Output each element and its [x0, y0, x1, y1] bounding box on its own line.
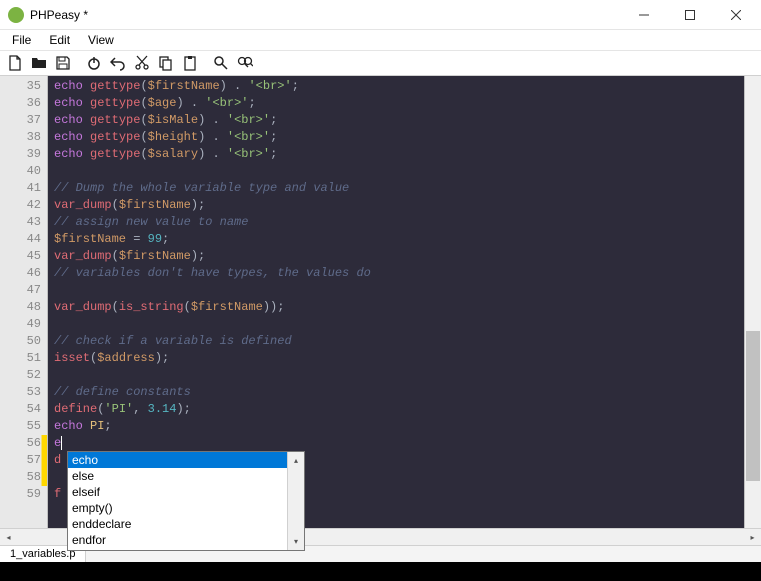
gutter-line: 42 — [0, 197, 47, 214]
gutter-line: 57 — [0, 452, 47, 469]
gutter-line: 59 — [0, 486, 47, 503]
gutter-line: 47 — [0, 282, 47, 299]
autocomplete-item[interactable]: endfor — [68, 532, 289, 548]
code-line[interactable]: define('PI', 3.14); — [48, 401, 744, 418]
autocomplete-item[interactable]: empty() — [68, 500, 289, 516]
menu-file[interactable]: File — [4, 31, 39, 49]
cut-icon[interactable] — [133, 54, 151, 72]
replace-icon[interactable] — [236, 54, 254, 72]
scroll-right-icon[interactable]: ▸ — [744, 529, 761, 546]
gutter-line: 37 — [0, 112, 47, 129]
scrollbar-thumb[interactable] — [746, 331, 760, 481]
gutter-line: 36 — [0, 95, 47, 112]
line-gutter: 3536373839404142434445464748495051525354… — [0, 76, 48, 528]
window-controls — [621, 0, 759, 30]
open-folder-icon[interactable] — [30, 54, 48, 72]
code-line[interactable]: echo gettype($salary) . '<br>'; — [48, 146, 744, 163]
code-line[interactable]: // Dump the whole variable type and valu… — [48, 180, 744, 197]
scroll-up-icon[interactable]: ▴ — [288, 452, 304, 469]
text-cursor — [61, 436, 62, 450]
gutter-line: 38 — [0, 129, 47, 146]
gutter-line: 41 — [0, 180, 47, 197]
scroll-down-icon[interactable]: ▾ — [288, 533, 304, 550]
gutter-line: 55 — [0, 418, 47, 435]
gutter-line: 46 — [0, 265, 47, 282]
code-line[interactable]: isset($address); — [48, 350, 744, 367]
code-line[interactable]: // check if a variable is defined — [48, 333, 744, 350]
app-icon — [8, 7, 24, 23]
gutter-line: 50 — [0, 333, 47, 350]
code-line[interactable]: echo gettype($age) . '<br>'; — [48, 95, 744, 112]
gutter-line: 48 — [0, 299, 47, 316]
window-title: PHPeasy * — [30, 8, 621, 22]
statusbar — [0, 562, 761, 581]
autocomplete-item[interactable]: else — [68, 468, 289, 484]
gutter-line: 43 — [0, 214, 47, 231]
code-line[interactable]: // define constants — [48, 384, 744, 401]
copy-icon[interactable] — [157, 54, 175, 72]
gutter-line: 58 — [0, 469, 47, 486]
gutter-line: 40 — [0, 163, 47, 180]
editor: 3536373839404142434445464748495051525354… — [0, 76, 761, 528]
code-line[interactable] — [48, 282, 744, 299]
code-line[interactable] — [48, 367, 744, 384]
code-line[interactable] — [48, 316, 744, 333]
code-line[interactable]: echo gettype($firstName) . '<br>'; — [48, 78, 744, 95]
menu-view[interactable]: View — [80, 31, 122, 49]
save-icon[interactable] — [54, 54, 72, 72]
gutter-line: 39 — [0, 146, 47, 163]
menubar: File Edit View — [0, 30, 761, 50]
code-line[interactable]: // assign new value to name — [48, 214, 744, 231]
gutter-line: 49 — [0, 316, 47, 333]
code-line[interactable]: e — [48, 435, 744, 452]
maximize-button[interactable] — [667, 0, 713, 30]
autocomplete-item[interactable]: echo — [68, 452, 289, 468]
toolbar — [0, 50, 761, 76]
code-line[interactable]: echo gettype($height) . '<br>'; — [48, 129, 744, 146]
autocomplete-item[interactable]: enddeclare — [68, 516, 289, 532]
search-icon[interactable] — [212, 54, 230, 72]
code-line[interactable]: $firstName = 99; — [48, 231, 744, 248]
gutter-line: 44 — [0, 231, 47, 248]
code-line[interactable]: echo gettype($isMale) . '<br>'; — [48, 112, 744, 129]
autocomplete-popup: echoelseelseifempty()enddeclareendfor ▴ … — [67, 451, 305, 551]
toolbar-separator — [205, 54, 206, 72]
autocomplete-item[interactable]: elseif — [68, 484, 289, 500]
code-line[interactable]: var_dump($firstName); — [48, 248, 744, 265]
gutter-line: 53 — [0, 384, 47, 401]
minimize-button[interactable] — [621, 0, 667, 30]
gutter-line: 52 — [0, 367, 47, 384]
autocomplete-scrollbar[interactable]: ▴ ▾ — [287, 452, 304, 550]
code-line[interactable] — [48, 163, 744, 180]
gutter-line: 56 — [0, 435, 47, 452]
undo-icon[interactable] — [109, 54, 127, 72]
titlebar: PHPeasy * — [0, 0, 761, 30]
scroll-left-icon[interactable]: ◂ — [0, 529, 17, 546]
gutter-line: 45 — [0, 248, 47, 265]
close-button[interactable] — [713, 0, 759, 30]
gutter-line: 35 — [0, 78, 47, 95]
code-line[interactable]: // variables don't have types, the value… — [48, 265, 744, 282]
code-line[interactable]: var_dump(is_string($firstName)); — [48, 299, 744, 316]
gutter-line: 51 — [0, 350, 47, 367]
code-line[interactable]: var_dump($firstName); — [48, 197, 744, 214]
vertical-scrollbar[interactable] — [744, 76, 761, 528]
toolbar-separator — [78, 54, 79, 72]
new-file-icon[interactable] — [6, 54, 24, 72]
gutter-line: 54 — [0, 401, 47, 418]
menu-edit[interactable]: Edit — [41, 31, 78, 49]
paste-icon[interactable] — [181, 54, 199, 72]
power-icon[interactable] — [85, 54, 103, 72]
code-line[interactable]: echo PI; — [48, 418, 744, 435]
